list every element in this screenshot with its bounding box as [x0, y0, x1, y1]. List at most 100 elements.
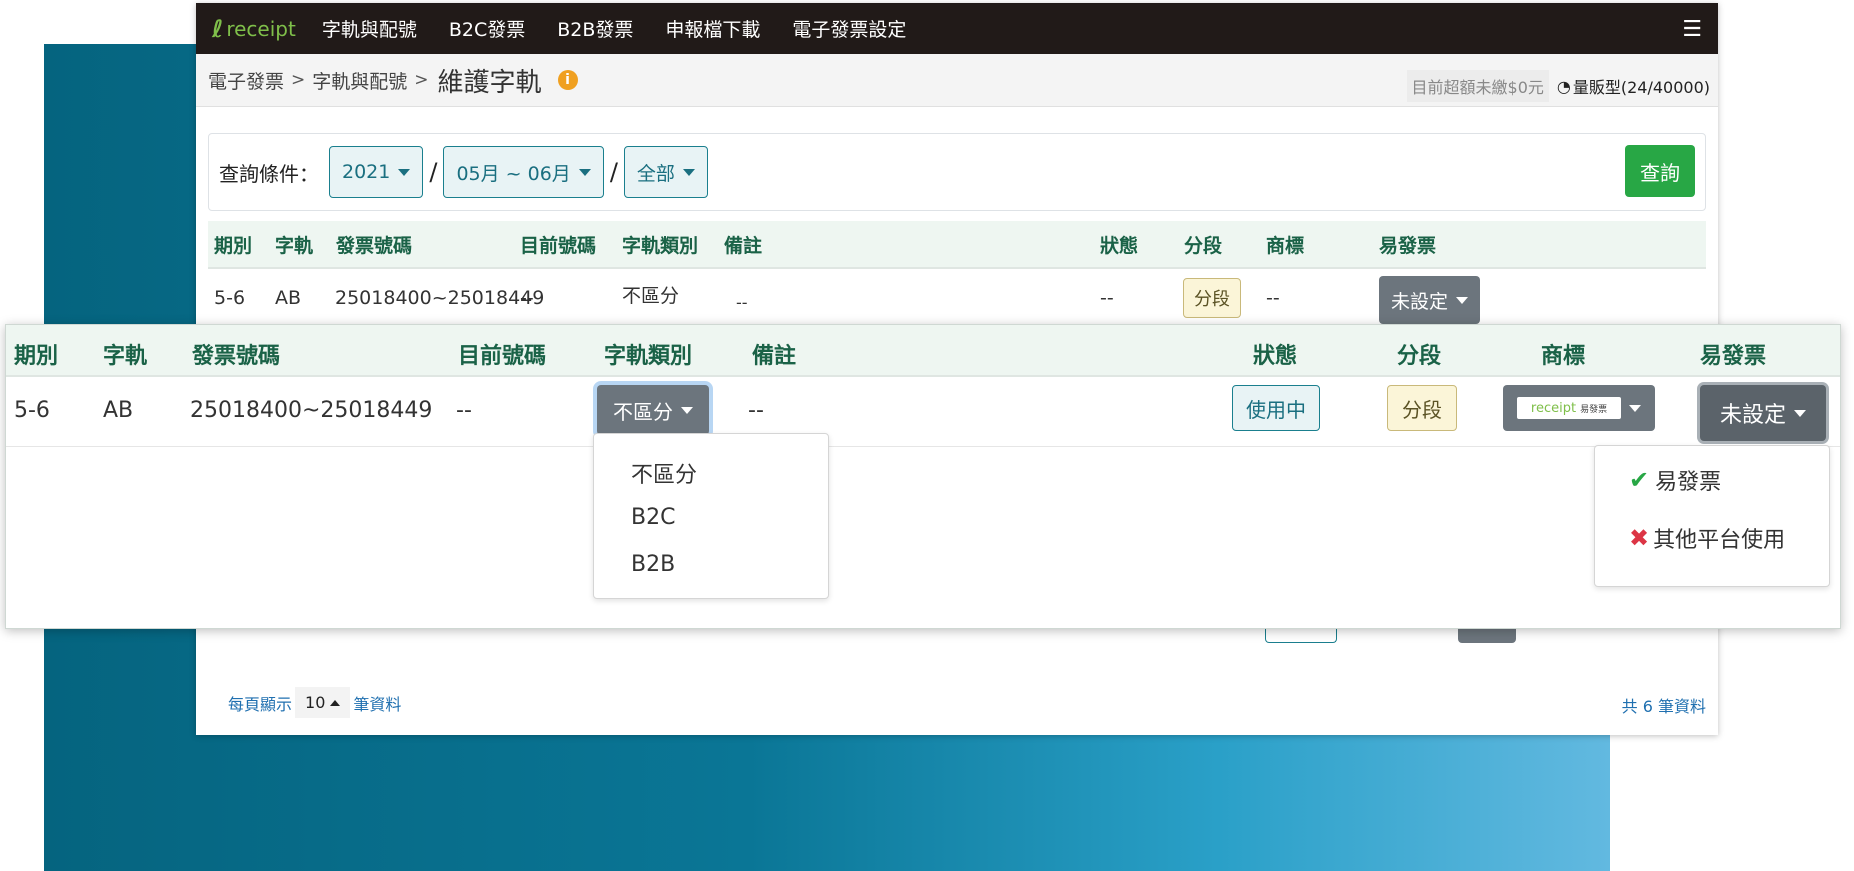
col-range: 發票號碼 [336, 234, 413, 257]
col-segment: 分段 [1397, 344, 1442, 369]
col-range: 發票號碼 [192, 344, 281, 369]
query-label: 查詢條件： [219, 161, 319, 186]
chevron-down-icon [1456, 296, 1469, 304]
menu-item-label: 其他平台使用 [1653, 528, 1786, 553]
col-easy: 易發票 [1379, 234, 1437, 257]
logo[interactable]: ℓ receipt [212, 15, 296, 43]
brand-logo-sub: 易發票 [1580, 404, 1608, 415]
period-dropdown[interactable]: 05月 ~ 06月 [443, 146, 604, 198]
chevron-down-icon [398, 168, 411, 176]
plan-label: 量販型(24/40000) [1572, 78, 1710, 97]
top-navbar: ℓ receipt 字軌與配號 B2C發票 B2B發票 申報檔下載 電子發票設定… [196, 3, 1718, 54]
col-note: 備註 [724, 234, 763, 257]
cell-note: -- [736, 293, 748, 312]
type-dropdown[interactable]: 全部 [623, 146, 708, 198]
col-status: 狀態 [1253, 344, 1298, 369]
cell-range: 25018400~25018449 [190, 398, 433, 423]
page-size-suffix: 筆資料 [353, 694, 402, 714]
separator-slash: / [429, 158, 438, 186]
gauge-icon: ◔ [1556, 76, 1571, 96]
menu-item-easy-invoice[interactable]: ✔ 易發票 [1629, 464, 1721, 496]
account-info: 目前超額未繳$0元 ◔ 量販型(24/40000) [1406, 70, 1710, 102]
breadcrumb-separator: > [414, 70, 429, 90]
cell-current: -- [456, 398, 472, 423]
cell-category: 不區分 [622, 285, 680, 307]
nav-item-b2b[interactable]: B2B發票 [557, 15, 633, 42]
cell-current: -- [520, 287, 534, 309]
query-button[interactable]: 查詢 [1625, 145, 1695, 197]
breadcrumb-separator: > [291, 70, 306, 90]
logo-text: receipt [226, 16, 296, 41]
easy-invoice-dropdown[interactable]: 未設定 [1700, 385, 1826, 441]
cell-track: AB [103, 398, 134, 423]
page-size-prefix: 每頁顯示 [228, 694, 293, 714]
page-size-dropdown[interactable]: 10 [295, 687, 351, 718]
breadcrumb-item-tracks[interactable]: 字軌與配號 [312, 67, 407, 94]
menu-item-b2b[interactable]: B2B [631, 552, 675, 577]
category-dropdown[interactable]: 不區分 [597, 385, 709, 435]
easy-invoice-value: 未設定 [1391, 290, 1449, 313]
cell-period: 5-6 [214, 287, 246, 309]
nav-item-b2c[interactable]: B2C發票 [449, 15, 525, 42]
col-track: 字軌 [275, 234, 314, 257]
cell-status: -- [1100, 287, 1114, 309]
logo-icon: ℓ [212, 14, 224, 43]
chevron-up-icon [330, 699, 341, 706]
easy-invoice-value: 未設定 [1719, 403, 1786, 428]
cell-note: -- [748, 398, 764, 423]
col-category: 字軌類別 [622, 234, 699, 257]
col-period: 期別 [214, 234, 253, 257]
col-brand: 商標 [1541, 344, 1586, 369]
easy-invoice-menu: ✔ 易發票 ✖ 其他平台使用 [1594, 445, 1830, 587]
query-card: 查詢條件： 2021 / 05月 ~ 06月 / 全部 查詢 [208, 133, 1706, 211]
track-table: 期別 字軌 發票號碼 目前號碼 字軌類別 備註 狀態 分段 商標 易發票 5-6… [208, 221, 1706, 327]
nav-item-settings[interactable]: 電子發票設定 [792, 15, 906, 42]
chevron-down-icon [1629, 404, 1641, 412]
category-menu: 不區分 B2C B2B [593, 433, 829, 599]
col-status: 狀態 [1100, 234, 1139, 257]
list-menu-icon[interactable]: ☰ [1682, 17, 1702, 42]
page-size-value: 10 [305, 693, 326, 712]
segment-button[interactable]: 分段 [1387, 385, 1457, 431]
breadcrumb-item-einvoice[interactable]: 電子發票 [208, 67, 284, 94]
brand-logo-thumbnail: receipt 易發票 [1517, 397, 1621, 419]
menu-item-b2c[interactable]: B2C [631, 505, 675, 530]
table-header: 期別 字軌 發票號碼 目前號碼 字軌類別 備註 狀態 分段 商標 易發票 [208, 221, 1706, 269]
info-icon[interactable]: i [557, 70, 578, 90]
table-row: 5-6 AB 25018400~25018449 -- 不區分 -- -- 分段… [208, 269, 1706, 327]
segment-button[interactable]: 分段 [1183, 278, 1241, 318]
plan-info: ◔ 量販型(24/40000) [1557, 74, 1710, 98]
page-title: 維護字軌 [437, 67, 542, 98]
year-value: 2021 [342, 161, 391, 183]
chevron-down-icon [681, 406, 693, 414]
chevron-down-icon [682, 168, 695, 176]
menu-item-other-platform[interactable]: ✖ 其他平台使用 [1629, 522, 1785, 554]
col-period: 期別 [14, 344, 59, 369]
easy-invoice-dropdown[interactable]: 未設定 [1379, 276, 1481, 324]
total-count: 共 6 筆資料 [1621, 697, 1706, 716]
nav-item-report-download[interactable]: 申報檔下載 [665, 15, 760, 42]
type-value: 全部 [636, 162, 675, 185]
menu-item-label: 易發票 [1655, 470, 1722, 495]
menu-item-undivided[interactable]: 不區分 [631, 457, 697, 489]
close-icon: ✖ [1629, 524, 1650, 552]
col-note: 備註 [752, 344, 797, 369]
overage-badge: 目前超額未繳$0元 [1406, 70, 1549, 102]
cell-brand: -- [1266, 287, 1280, 309]
cell-period: 5-6 [14, 398, 50, 423]
col-easy: 易發票 [1700, 344, 1767, 369]
col-current: 目前號碼 [458, 344, 547, 369]
status-button[interactable]: 使用中 [1232, 385, 1320, 431]
brand-dropdown[interactable]: receipt 易發票 [1503, 385, 1655, 431]
zoom-table-header: 期別 字軌 發票號碼 目前號碼 字軌類別 備註 狀態 分段 商標 易發票 [6, 325, 1840, 377]
col-track: 字軌 [103, 344, 148, 369]
separator-slash: / [609, 158, 618, 186]
nav-item-tracks[interactable]: 字軌與配號 [322, 15, 417, 42]
year-dropdown[interactable]: 2021 [329, 146, 424, 198]
check-icon: ✔ [1629, 466, 1650, 494]
chevron-down-icon [578, 168, 591, 176]
brand-logo-text: receipt [1530, 400, 1577, 416]
cell-track: AB [275, 287, 302, 309]
chevron-down-icon [1794, 409, 1806, 417]
category-value: 不區分 [613, 399, 673, 424]
